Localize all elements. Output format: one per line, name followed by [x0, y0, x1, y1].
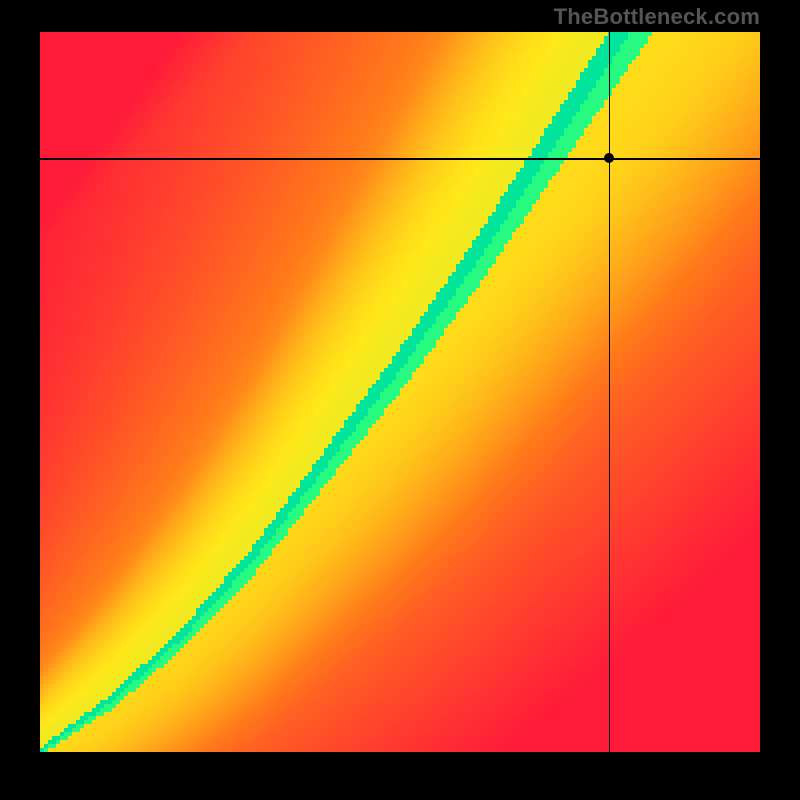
crosshair-horizontal-line [40, 158, 760, 160]
chart-stage: TheBottleneck.com [0, 0, 800, 800]
watermark-text: TheBottleneck.com [554, 4, 760, 30]
crosshair-vertical-line [609, 32, 611, 752]
heatmap-plot [40, 32, 760, 752]
marker-point-dot [604, 153, 614, 163]
heatmap-canvas [40, 32, 760, 752]
